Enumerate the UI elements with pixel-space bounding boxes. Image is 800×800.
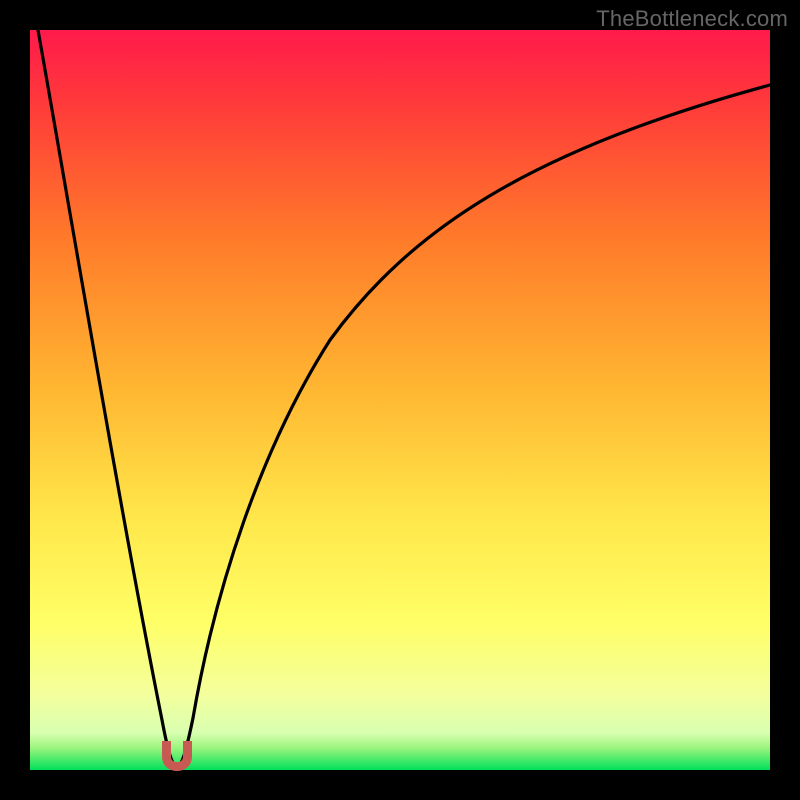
plot-area — [30, 30, 770, 770]
watermark-text: TheBottleneck.com — [596, 6, 788, 32]
bottleneck-curve — [30, 30, 770, 770]
optimal-marker — [162, 741, 192, 771]
